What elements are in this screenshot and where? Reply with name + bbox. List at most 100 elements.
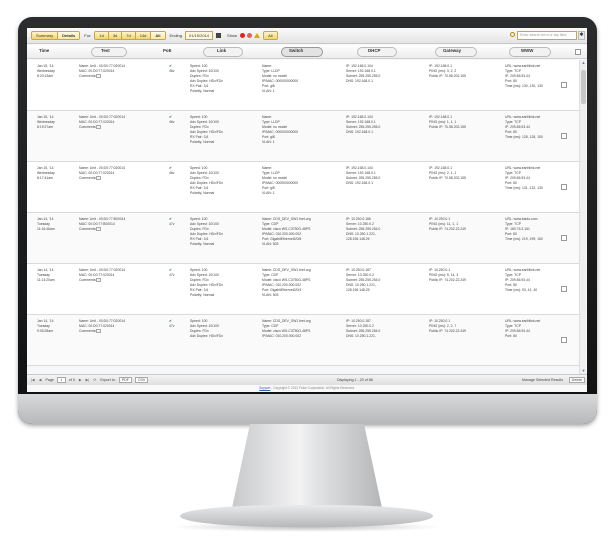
table-row[interactable]: Jan 15, '14 Wednesday 8:17:41am Name: Unit … (27, 162, 579, 213)
range-14d[interactable]: 14d (135, 32, 152, 39)
cell-www: URL: www.earthlink.net Type: TCP IP: 209.8… (505, 64, 543, 89)
cell-dhcp: IP: 192.168.0.104 Server: 192.168.0.1 Subn… (346, 166, 380, 186)
page-count: of 5 (68, 378, 75, 382)
edit-comment-icon[interactable] (96, 227, 102, 232)
table-row[interactable]: Jan 15, '14 Wednesday 8:20:13am Name: Unit … (27, 60, 579, 111)
cell-www: URL: www.earthlink.net Type: TCP IP: 209.8… (505, 268, 540, 293)
cell-gateway: IP: 10.250.0.1 PING (ms): 11, 1, 1 Public … (429, 217, 466, 232)
filter-toolbar: Summary Details For: 1d 3d 7d 14d All En… (27, 28, 587, 44)
edit-comment-icon[interactable] (96, 125, 102, 130)
test-line: Comments: (79, 125, 97, 129)
cell-poe: ✔ 46v (169, 166, 183, 176)
ending-date-input[interactable]: 01/15/2014 (185, 31, 214, 40)
col-link[interactable]: Link (217, 48, 226, 53)
prev-page-icon[interactable]: ◀ (39, 378, 42, 382)
ending-label: Ending (169, 33, 183, 38)
table-row[interactable]: Jan 14, '14 Tuesday 11:16:46am Name: Unit -… (27, 213, 579, 264)
row-select-checkbox[interactable] (561, 337, 567, 343)
monitor-stand-base (180, 505, 433, 527)
table-row[interactable]: Jan 14, '14 Tuesday 9:05:28am Name: Unit - … (27, 315, 579, 366)
link-line: Adv Duplex: HDx/FDx (190, 334, 223, 338)
export-pdf-button[interactable]: PDF (118, 377, 132, 383)
row-select-checkbox[interactable] (561, 82, 567, 88)
refresh-icon[interactable]: ⟳ (93, 378, 96, 382)
table-row[interactable]: Jan 14, '14 Tuesday 11:13:20am Name: Unit -… (27, 264, 579, 315)
app-screen: Summary Details For: 1d 3d 7d 14d All En… (27, 28, 587, 392)
cell-poe: ✔ 47v (169, 319, 183, 329)
warning-status-icon[interactable] (254, 33, 261, 38)
time-line: 11:13:20am (37, 278, 55, 282)
gateway-line: Public IP: 70.58.202.155 (429, 74, 466, 78)
test-line: Comments: (79, 227, 97, 231)
test-line: Comments: (79, 329, 97, 333)
row-select-checkbox[interactable] (561, 286, 567, 292)
table-row[interactable]: Jan 15, '14 Wednesday 8:19:27am Name: Unit … (27, 111, 579, 162)
last-page-icon[interactable]: ▶| (86, 378, 90, 382)
support-link[interactable]: Support (259, 386, 270, 390)
time-line: 11:16:46am (37, 227, 55, 231)
poe-voltage: 47v (169, 273, 175, 277)
pager-bar: |◀ ◀ Page 1 of 5 ▶ ▶| ⟳ Export to: PDF C… (27, 374, 587, 385)
manage-selected-link[interactable]: Manage Selected Results (522, 378, 563, 382)
scroll-thumb[interactable] (581, 70, 586, 104)
first-page-icon[interactable]: |◀ (31, 378, 35, 382)
cell-time: Jan 14, '14 Tuesday 11:13:20am (37, 268, 77, 283)
search-input[interactable]: Enter search term or tap field (517, 31, 577, 40)
time-line: 8:17:41am (37, 176, 54, 180)
cell-gateway: IP: 10.250.0.1 PING (ms): 2, 2, 7 Public I… (429, 319, 466, 334)
error-status-icon[interactable] (240, 33, 246, 38)
edit-comment-icon[interactable] (96, 329, 102, 334)
switch-line: VLAN: 1 (262, 191, 275, 195)
col-time[interactable]: Time (39, 48, 49, 53)
edit-comment-icon[interactable] (96, 176, 102, 181)
tab-summary[interactable]: Summary (32, 32, 59, 39)
range-3d[interactable]: 3d (108, 32, 123, 39)
poe-voltage: 46v (169, 120, 175, 124)
cell-switch: Name: CDS_DEV_SW1 fnet.org Type: CDP Model… (262, 319, 311, 339)
cell-test: Name: Unit - 00:D0:77:020014 MAC: 00:D0:7… (79, 166, 125, 181)
tab-details[interactable]: Details (58, 32, 80, 39)
select-all-checkbox[interactable] (575, 49, 581, 55)
cell-test: Name: Unit - 00:D0:77:020014 MAC: 00:D0:7… (79, 64, 125, 79)
poe-voltage: 46v (169, 171, 175, 175)
col-www[interactable]: WWW (521, 48, 533, 53)
export-csv-button[interactable]: CSV (134, 377, 149, 383)
column-header: Time Test PoE Link Switch DHCP Gateway W… (27, 45, 587, 59)
row-select-checkbox[interactable] (561, 133, 567, 139)
calendar-icon[interactable] (216, 33, 222, 38)
row-select-checkbox[interactable] (561, 184, 567, 190)
settings-gear-icon[interactable]: ✱ (578, 31, 585, 40)
next-page-icon[interactable]: ▶ (79, 378, 82, 382)
monitor-mockup: Summary Details For: 1d 3d 7d 14d All En… (0, 0, 613, 537)
cell-time: Jan 15, '14 Wednesday 8:19:27am (37, 115, 77, 130)
col-gateway[interactable]: Gateway (443, 48, 461, 53)
col-poe[interactable]: PoE (163, 48, 172, 53)
cell-time: Jan 14, '14 Tuesday 9:05:28am (37, 319, 77, 334)
page-number-input[interactable]: 1 (56, 377, 66, 383)
range-all[interactable]: All (151, 32, 165, 39)
dhcp-line: DNS: 192.168.0.1 (346, 79, 373, 83)
edit-comment-icon[interactable] (96, 278, 102, 283)
range-7d[interactable]: 7d (122, 32, 136, 39)
fail-status-icon[interactable] (247, 33, 253, 38)
results-table: Jan 15, '14 Wednesday 8:20:13am Name: Unit … (27, 60, 579, 374)
cell-test: Name: Unit - 00:D0:77:020014 MAC: 00:D0:7… (79, 268, 125, 283)
show-all-button[interactable]: All (264, 32, 277, 39)
footer: Support - Copyright © 2013 Fluke Corpora… (27, 385, 587, 392)
scroll-up-icon[interactable]: ▲ (580, 60, 587, 66)
gateway-line: Public IP: 70.58.202.155 (429, 125, 466, 129)
cell-www: URL: www.earthlink.net Type: TCP IP: 209.8… (505, 115, 543, 140)
range-1d[interactable]: 1d (95, 32, 109, 39)
col-dhcp[interactable]: DHCP (368, 48, 380, 53)
test-line: Comments: (79, 74, 97, 78)
cell-test: Name: Unit - 00:D0:77:020014 MAC: 00:D0:7… (79, 115, 125, 130)
for-label: For: (84, 33, 92, 38)
gateway-line: Public IP: 74.202.22.249 (429, 329, 466, 333)
vertical-scrollbar[interactable]: ▲ ▼ (579, 60, 586, 374)
col-switch[interactable]: Switch (289, 48, 303, 53)
row-select-checkbox[interactable] (561, 235, 567, 241)
delete-button[interactable]: Delete (568, 377, 585, 383)
col-test[interactable]: Test (101, 48, 110, 53)
edit-comment-icon[interactable] (96, 74, 102, 79)
switch-line: VLAN: 1 (262, 140, 275, 144)
